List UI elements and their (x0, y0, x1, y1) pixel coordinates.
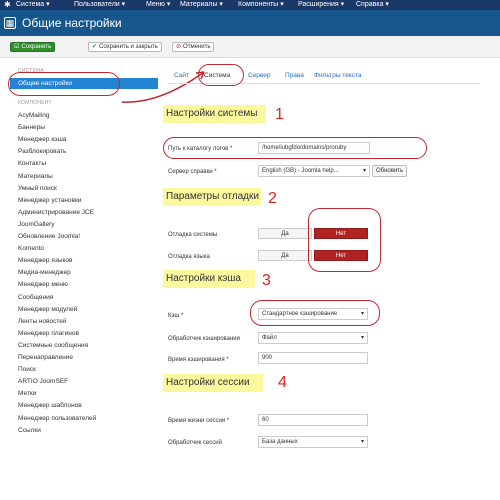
session-lifetime-label: Время жизни сессии * (168, 418, 230, 424)
menu-components[interactable]: Компоненты ▾ (238, 1, 284, 9)
cache-time-label: Время кэширования * (168, 357, 229, 363)
menu-users[interactable]: Пользователи ▾ (74, 1, 125, 9)
sidebar-item[interactable]: Разблокировать (18, 148, 66, 156)
cache-handler-select[interactable]: Файл (258, 332, 368, 344)
highlight-ring-system-tab (198, 64, 244, 86)
sidebar-item[interactable]: Менеджер модулей (18, 306, 77, 314)
sidebar-item[interactable]: Менеджер плагинов (18, 330, 79, 338)
session-handler-label: Обработчик сессий (168, 440, 222, 446)
section-cache-settings: Настройки кэша (163, 270, 255, 288)
sidebar-item[interactable]: Перенаправление (18, 354, 73, 362)
cache-label: Кэш * (168, 313, 184, 319)
annotation-number-3: 3 (262, 272, 271, 289)
section-session-settings: Настройки сессии (163, 374, 263, 392)
section-debug-settings: Параметры отладки (163, 188, 261, 206)
refresh-button[interactable]: Обновить (372, 165, 408, 177)
language-debug-yes[interactable]: Да (258, 250, 312, 261)
sidebar-item[interactable]: Умный поиск (18, 185, 57, 193)
page-header: ▦ Общие настройки (0, 10, 500, 36)
check-icon: ✔ (92, 44, 98, 50)
sidebar-component-header: КОМПОНЕНТ (18, 100, 52, 106)
highlight-ring-log-path (163, 137, 427, 159)
menu-system[interactable]: Система ▾ (16, 1, 50, 9)
help-server-select[interactable]: English (GB) - Joomla help... (258, 165, 370, 177)
toolbar: ☑ Сохранить ✔ Сохранить и закрыть ⊘ Отменит… (0, 36, 500, 58)
sidebar-item[interactable]: Менеджер языков (18, 257, 73, 265)
menu-content[interactable]: Материалы ▾ (180, 1, 223, 9)
tab-site[interactable]: Сайт (174, 72, 189, 80)
save-close-button[interactable]: ✔ Сохранить и закрыть (88, 42, 162, 52)
sidebar-item[interactable]: Обновление Joomla! (18, 233, 80, 241)
cancel-icon: ⊘ (176, 44, 182, 50)
language-debug-label: Отладка языка (168, 254, 210, 260)
annotation-number-2: 2 (268, 190, 277, 207)
sidebar-item[interactable]: Менеджер кэша (18, 136, 66, 144)
sidebar-item[interactable]: Менеджер шаблонов (18, 402, 82, 410)
highlight-ring-debug (308, 208, 381, 272)
sidebar-item[interactable]: Медиа-менеджер (18, 269, 71, 277)
sidebar-item[interactable]: Менеджер меню (18, 281, 68, 289)
section-system-settings: Настройки системы (163, 105, 266, 123)
sidebar-item[interactable]: Komento (18, 245, 44, 253)
sidebar-item[interactable]: Баннеры (18, 124, 45, 132)
sidebar-item[interactable]: ARTIO JoomSEF (18, 378, 68, 386)
sidebar-item[interactable]: Метки (18, 390, 36, 398)
annotation-number-1: 1 (275, 106, 284, 123)
sidebar-item[interactable]: Сообщения (18, 294, 53, 302)
sidebar-item[interactable]: Системные сообщения (18, 342, 88, 350)
sidebar-item[interactable]: Администрирование JCE (18, 209, 94, 217)
tab-server[interactable]: Сервер (248, 72, 271, 80)
sidebar-item[interactable]: Менеджер установки (18, 197, 81, 205)
sidebar-item[interactable]: Ссылки (18, 427, 41, 435)
cancel-button[interactable]: ⊘ Отменить (172, 42, 215, 52)
system-debug-yes[interactable]: Да (258, 228, 312, 239)
save-close-label: Сохранить и закрыть (99, 44, 158, 50)
system-debug-label: Отладка системы (168, 232, 218, 238)
page-title: Общие настройки (22, 16, 122, 30)
save-button[interactable]: ☑ Сохранить (10, 42, 56, 52)
highlight-ring-sidebar (8, 72, 120, 96)
sidebar-item[interactable]: Контакты (18, 160, 46, 168)
annotation-number-4: 4 (278, 374, 287, 391)
tab-text-filters[interactable]: Фильтры текста (314, 72, 362, 80)
settings-icon: ▦ (4, 17, 16, 29)
cancel-label: Отменить (183, 44, 211, 50)
save-label: Сохранить (21, 44, 52, 50)
top-navbar: ✱ Система ▾ Пользователи ▾ Меню ▾ Матери… (0, 0, 500, 10)
session-handler-select[interactable]: База данных (258, 436, 368, 448)
cache-handler-label: Обработчик кэширования (168, 336, 240, 342)
help-server-label: Сервер справки * (168, 169, 217, 175)
tab-permissions[interactable]: Права (285, 72, 304, 80)
menu-menus[interactable]: Меню ▾ (146, 1, 170, 9)
sidebar-item[interactable]: Ленты новостей (18, 318, 67, 326)
save-icon: ☑ (14, 44, 20, 50)
cache-time-input[interactable]: 900 (258, 352, 368, 364)
highlight-ring-cache (250, 300, 380, 326)
joomla-logo-icon[interactable]: ✱ (4, 1, 12, 9)
sidebar-item[interactable]: AcyMailing (18, 112, 49, 120)
session-lifetime-input[interactable]: 60 (258, 414, 368, 426)
sidebar-item[interactable]: Менеджер пользователей (18, 415, 96, 423)
sidebar-item[interactable]: Поиск (18, 366, 36, 374)
menu-help[interactable]: Справка ▾ (356, 1, 389, 9)
menu-extensions[interactable]: Расширения ▾ (298, 1, 344, 9)
sidebar-item[interactable]: JoomGallery (18, 221, 54, 229)
sidebar-item[interactable]: Материалы (18, 173, 53, 181)
